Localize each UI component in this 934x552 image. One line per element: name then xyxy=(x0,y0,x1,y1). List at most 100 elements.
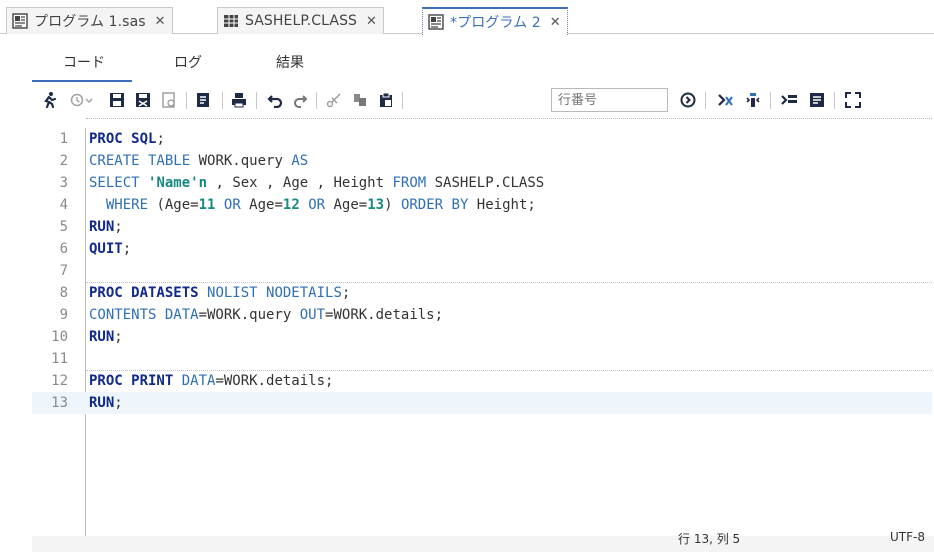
line-number: 7 xyxy=(59,263,68,279)
code-token: ; xyxy=(341,285,351,301)
doc-tab-program-1[interactable]: プログラム 1.sas ✕ xyxy=(6,7,173,34)
code-token: Height; xyxy=(468,197,536,213)
open-program-icon[interactable] xyxy=(192,88,214,112)
code-token: 13 xyxy=(367,197,385,213)
code-token: CREATE TABLE xyxy=(89,153,191,169)
code-line[interactable]: 2 CREATE TABLE WORK.query AS xyxy=(32,150,932,172)
code-line[interactable]: 3 SELECT 'Name'n , Sex , Age , Height FRO… xyxy=(32,172,932,194)
code-token: =WORK.query xyxy=(198,307,300,323)
code-token: SELECT xyxy=(89,175,140,191)
close-icon[interactable]: ✕ xyxy=(155,14,166,29)
view-tab-bar: コード ログ 結果 xyxy=(0,44,934,82)
code-token: RUN xyxy=(89,329,115,345)
history-icon[interactable] xyxy=(68,88,98,112)
code-token: PROC PRINT xyxy=(89,373,174,389)
code-token: DATA xyxy=(181,373,216,389)
code-token: WORK.query xyxy=(190,153,292,169)
format-code-icon[interactable] xyxy=(742,88,764,112)
code-token: NOLIST NODETAILS xyxy=(207,285,342,301)
code-line[interactable]: 8 PROC DATASETS NOLIST NODETAILS; xyxy=(32,282,932,304)
line-code: PROC SQL; xyxy=(89,128,165,150)
doc-tab-label: *プログラム 2 xyxy=(450,15,541,31)
code-line[interactable]: 12 PROC PRINT DATA=WORK.details; xyxy=(32,370,932,392)
tab-log[interactable]: ログ xyxy=(174,52,202,72)
toolbar-separator xyxy=(256,92,257,109)
code-line[interactable]: 4 WHERE (Age=11 OR Age=12 OR Age=13) ORD… xyxy=(32,194,932,216)
code-token: ) xyxy=(384,197,401,213)
line-code: CREATE TABLE WORK.query AS xyxy=(89,150,308,172)
code-token: RUN xyxy=(89,219,115,235)
code-token: WHERE xyxy=(105,197,149,213)
code-line[interactable]: 7 xyxy=(32,260,932,282)
code-token: ; xyxy=(122,241,132,257)
line-code: PROC PRINT DATA=WORK.details; xyxy=(89,370,333,392)
code-token: =WORK.details; xyxy=(215,373,334,389)
code-line[interactable]: 10 RUN; xyxy=(32,326,932,348)
redo-icon[interactable] xyxy=(289,88,311,112)
encoding-indicator: UTF-8 xyxy=(890,530,925,544)
maximize-icon[interactable] xyxy=(842,88,864,112)
cut-icon[interactable] xyxy=(323,88,345,112)
line-code: RUN; xyxy=(89,216,123,238)
close-icon[interactable]: ✕ xyxy=(366,14,377,29)
toolbar-separator xyxy=(186,92,187,109)
code-token: OR xyxy=(223,197,241,213)
line-number: 12 xyxy=(51,373,68,389)
clear-icon[interactable] xyxy=(714,88,736,112)
save-icon[interactable] xyxy=(106,88,128,112)
line-number-input[interactable] xyxy=(551,88,668,112)
cursor-position: 行 13, 列 5 xyxy=(678,532,741,546)
step-separator xyxy=(86,282,932,283)
toolbar-separator xyxy=(402,92,403,109)
code-line[interactable]: 5 RUN; xyxy=(32,216,932,238)
editor-toolbar xyxy=(0,88,934,118)
save-as-template-icon[interactable] xyxy=(158,88,180,112)
print-icon[interactable] xyxy=(228,88,250,112)
tab-code[interactable]: コード xyxy=(63,52,105,72)
line-number: 2 xyxy=(59,153,68,169)
add-snippet-icon[interactable] xyxy=(778,88,800,112)
code-token: RUN xyxy=(89,395,115,411)
sas-program-icon xyxy=(12,13,28,29)
code-token: PROC SQL xyxy=(89,131,157,147)
code-token: AS xyxy=(291,153,309,169)
code-token: OR xyxy=(308,197,326,213)
doc-tab-sashelp-class[interactable]: SASHELP.CLASS ✕ xyxy=(217,7,384,34)
line-code: CONTENTS DATA=WORK.query OUT=WORK.detail… xyxy=(89,304,443,326)
doc-tab-label: プログラム 1.sas xyxy=(34,14,146,30)
document-tab-bar: プログラム 1.sas ✕ SASHELP.CLASS ✕ *プログラム 2 ✕ xyxy=(0,0,934,35)
line-code: QUIT; xyxy=(89,238,131,260)
code-editor[interactable]: 1 PROC SQL; 2 CREATE TABLE WORK.query AS 3 SE… xyxy=(32,128,932,536)
code-token: ; xyxy=(114,395,123,411)
doc-tab-label: SASHELP.CLASS xyxy=(245,13,358,29)
code-token: ; xyxy=(114,219,123,235)
code-line[interactable]: 11 xyxy=(32,348,932,370)
code-token: PROC DATASETS xyxy=(89,285,199,301)
save-as-icon[interactable] xyxy=(132,88,154,112)
run-icon[interactable] xyxy=(38,88,60,112)
go-to-line-icon[interactable] xyxy=(677,88,699,112)
toolbar-divider xyxy=(86,118,932,119)
code-line[interactable]: 13 RUN; xyxy=(32,392,932,414)
code-line[interactable]: 1 PROC SQL; xyxy=(32,128,932,150)
doc-tab-program-2[interactable]: *プログラム 2 ✕ xyxy=(422,7,568,35)
editor-options-icon[interactable] xyxy=(806,88,828,112)
tab-results[interactable]: 結果 xyxy=(276,52,304,72)
toolbar-separator xyxy=(222,92,223,109)
code-token: , Sex , Age , Height xyxy=(207,175,393,191)
copy-icon[interactable] xyxy=(349,88,371,112)
close-icon[interactable]: ✕ xyxy=(550,15,561,30)
code-token: QUIT xyxy=(89,241,123,257)
line-number: 10 xyxy=(51,329,68,345)
code-token: ; xyxy=(156,131,165,147)
code-token: FROM xyxy=(392,175,427,191)
line-number: 1 xyxy=(59,131,68,147)
code-line[interactable]: 9 CONTENTS DATA=WORK.query OUT=WORK.detai… xyxy=(32,304,932,326)
undo-icon[interactable] xyxy=(264,88,286,112)
paste-icon[interactable] xyxy=(375,88,397,112)
toolbar-separator xyxy=(834,92,835,109)
code-line[interactable]: 6 QUIT; xyxy=(32,238,932,260)
